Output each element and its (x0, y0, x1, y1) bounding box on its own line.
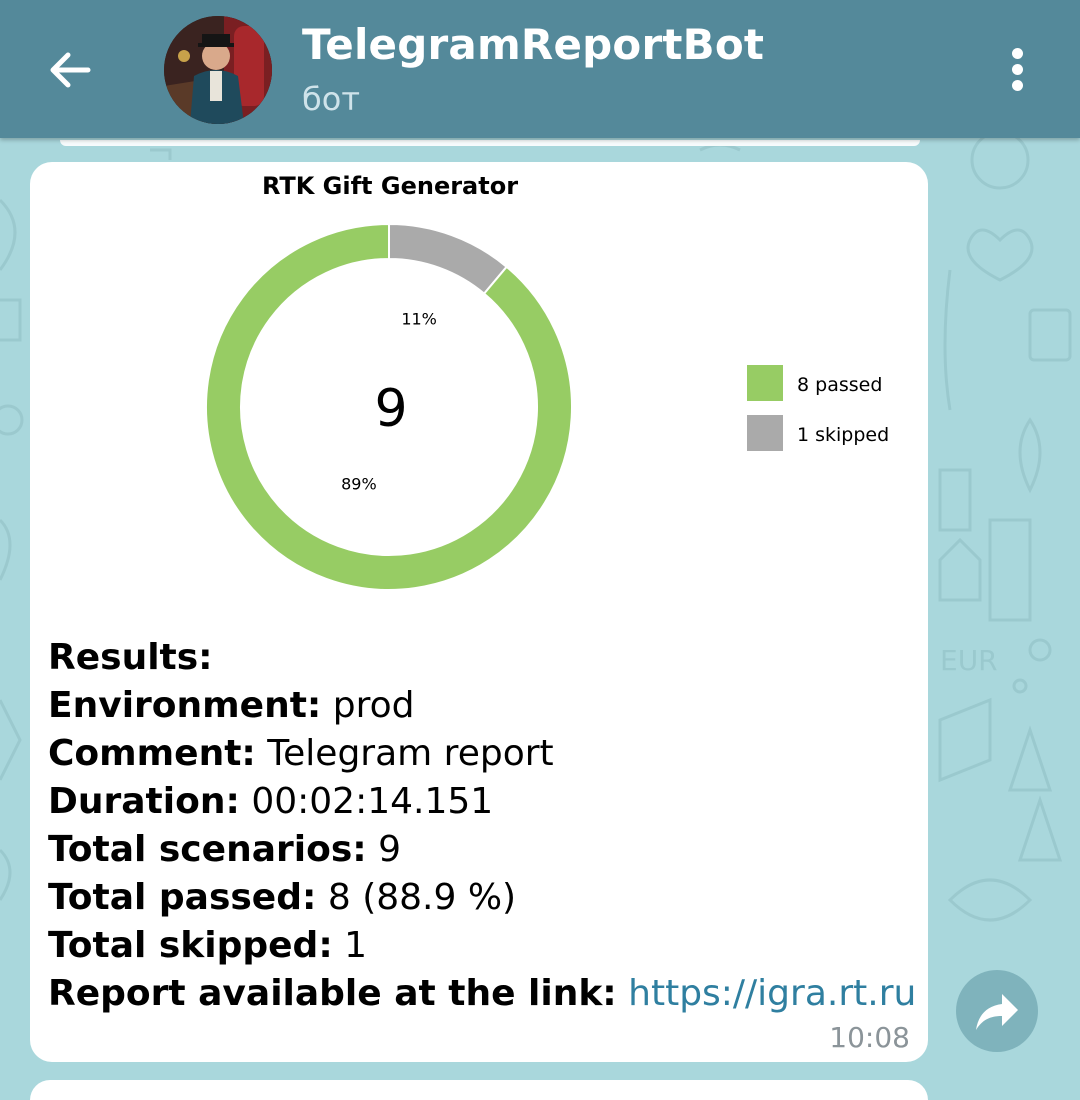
report-line-value: 9 (378, 829, 401, 870)
pct-label-passed: 89% (341, 475, 377, 494)
report-details: Results: Environment: prod Comment: Telegr… (48, 634, 916, 1018)
report-line: Duration: 00:02:14.151 (48, 778, 908, 826)
chart-center-total: 9 (374, 379, 407, 439)
previous-message-edge (60, 140, 920, 146)
report-line: Total passed: 8 (88.9 %) (48, 874, 908, 922)
report-line-value: Telegram report (267, 733, 554, 774)
chat-header: TelegramReportBot бот (0, 0, 1080, 138)
report-donut-chart[interactable]: RTK Gift Generator 9 11% 89% 8 passed 1 sk… (30, 162, 928, 612)
report-line-value: 8 (88.9 %) (327, 877, 517, 918)
report-line-label: Environment: (48, 685, 322, 726)
report-line-label: Duration: (48, 781, 240, 822)
message-time: 10:08 (829, 1021, 910, 1054)
legend-label: 8 passed (797, 374, 882, 396)
report-line-label: Total skipped: (48, 925, 333, 966)
pct-label-skipped: 11% (401, 309, 437, 328)
legend-swatch (747, 365, 783, 401)
report-line: Report available at the link: https://ig… (48, 970, 916, 1018)
report-line-value: 1 (344, 925, 368, 966)
legend-label: 1 skipped (797, 424, 889, 446)
report-line-label: Total passed: (48, 877, 317, 918)
more-vert-icon[interactable] (1000, 44, 1036, 96)
report-line: Comment: Telegram report (48, 730, 908, 778)
next-message-edge (30, 1080, 928, 1100)
message-bubble[interactable]: RTK Gift Generator 9 11% 89% 8 passed 1 sk… (30, 162, 928, 1062)
chat-title[interactable]: TelegramReportBot (302, 20, 764, 69)
legend-swatch (747, 415, 783, 451)
chart-title: RTK Gift Generator (262, 172, 518, 200)
report-line-label: Results: (48, 637, 213, 678)
arrow-left-icon[interactable] (42, 42, 98, 98)
svg-text:EUR: EUR (940, 644, 998, 677)
report-line: Total skipped: 1 (48, 922, 908, 970)
avatar-image (164, 16, 272, 124)
chat-subtitle: бот (302, 80, 360, 118)
report-line-label: Total scenarios: (48, 829, 367, 870)
report-line-value: 00:02:14.151 (251, 781, 494, 822)
report-line: Environment: prod (48, 682, 908, 730)
report-line: Total scenarios: 9 (48, 826, 908, 874)
share-forward-icon[interactable] (956, 970, 1038, 1052)
slice-skipped (388, 222, 509, 296)
report-line: Results: (48, 634, 908, 682)
report-line-value: prod (332, 685, 415, 726)
report-link[interactable]: https://igra.rt.ru (628, 973, 916, 1014)
bot-avatar[interactable] (164, 16, 272, 124)
report-line-label: Comment: (48, 733, 256, 774)
report-line-label: Report available at the link: (48, 973, 617, 1014)
